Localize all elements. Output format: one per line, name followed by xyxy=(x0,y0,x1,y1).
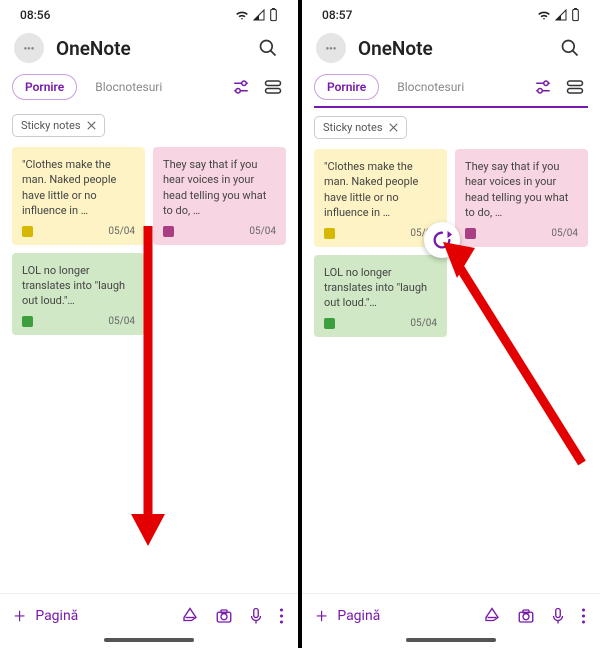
status-icons xyxy=(235,8,278,22)
app-title: OneNote xyxy=(358,37,542,60)
sticky-note[interactable]: "Clothes make the man. Naked people have… xyxy=(12,147,145,245)
content-area: Sticky notes "Clothes make the man. Nake… xyxy=(0,106,298,593)
tabs-row: Pornire Blocnotesuri xyxy=(302,72,600,106)
camera-icon[interactable] xyxy=(517,607,535,625)
add-page-button[interactable]: + xyxy=(316,604,327,628)
note-type-icon xyxy=(324,318,335,329)
add-page-button[interactable]: + xyxy=(14,604,25,628)
tab-blocnotesuri[interactable]: Blocnotesuri xyxy=(83,75,174,99)
close-icon[interactable] xyxy=(389,123,398,132)
wifi-icon xyxy=(537,9,551,21)
chip-label: Sticky notes xyxy=(21,119,81,132)
tab-pornire[interactable]: Pornire xyxy=(314,74,379,100)
filter-icon[interactable] xyxy=(232,79,250,95)
note-type-icon xyxy=(324,228,335,239)
right-pane: 08:57 ●●● OneNote Pornire Blocnotesuri xyxy=(302,0,600,648)
app-header: ●●● OneNote xyxy=(302,28,600,72)
status-icons xyxy=(537,8,580,22)
tab-blocnotesuri[interactable]: Blocnotesuri xyxy=(385,75,476,99)
app-title: OneNote xyxy=(56,37,240,60)
signal-icon xyxy=(555,9,567,21)
tab-pornire[interactable]: Pornire xyxy=(12,74,77,100)
more-icon[interactable] xyxy=(279,607,284,625)
view-icon[interactable] xyxy=(566,79,584,95)
note-type-icon xyxy=(22,316,33,327)
add-page-label[interactable]: Pagină xyxy=(337,608,473,624)
status-bar: 08:57 xyxy=(302,0,600,28)
avatar[interactable]: ●●● xyxy=(316,33,346,63)
tabs-row: Pornire Blocnotesuri xyxy=(0,72,298,106)
note-date: 05/04 xyxy=(249,225,276,239)
sticky-note[interactable]: They say that if you hear voices in your… xyxy=(153,147,286,245)
wifi-icon xyxy=(235,9,249,21)
bottom-bar: + Pagină xyxy=(302,593,600,638)
sticky-note[interactable]: They say that if you hear voices in your… xyxy=(455,149,588,247)
chip-label: Sticky notes xyxy=(323,121,383,134)
search-button[interactable] xyxy=(252,32,284,64)
content-area: Sticky notes "Clothes make the man. Nake… xyxy=(302,108,600,593)
note-date: 05/04 xyxy=(410,317,437,331)
filter-chip-sticky-notes[interactable]: Sticky notes xyxy=(314,116,407,139)
search-icon xyxy=(560,38,580,58)
pen-icon[interactable] xyxy=(483,607,501,625)
mic-icon[interactable] xyxy=(551,607,565,625)
note-type-icon xyxy=(22,226,33,237)
sticky-note[interactable]: LOL no longer translates into "laugh out… xyxy=(314,255,447,337)
more-icon[interactable] xyxy=(581,607,586,625)
nav-handle[interactable] xyxy=(104,638,194,642)
close-icon[interactable] xyxy=(87,121,96,130)
sticky-note[interactable]: LOL no longer translates into "laugh out… xyxy=(12,253,145,335)
filter-icon[interactable] xyxy=(534,79,552,95)
avatar[interactable]: ●●● xyxy=(14,33,44,63)
mic-icon[interactable] xyxy=(249,607,263,625)
battery-icon xyxy=(571,8,580,22)
annotation-arrow-down xyxy=(128,226,168,546)
battery-icon xyxy=(269,8,278,22)
camera-icon[interactable] xyxy=(215,607,233,625)
search-icon xyxy=(258,38,278,58)
note-text: LOL no longer translates into "laugh out… xyxy=(22,263,135,309)
view-icon[interactable] xyxy=(264,79,282,95)
annotation-arrow-diag xyxy=(437,238,587,468)
note-text: "Clothes make the man. Naked people have… xyxy=(22,157,135,219)
filter-chip-sticky-notes[interactable]: Sticky notes xyxy=(12,114,105,137)
left-pane: 08:56 ●●● OneNote Pornire Blocnotesuri xyxy=(0,0,298,648)
status-bar: 08:56 xyxy=(0,0,298,28)
note-text: They say that if you hear voices in your… xyxy=(465,159,578,221)
pen-icon[interactable] xyxy=(181,607,199,625)
status-time: 08:56 xyxy=(20,8,50,22)
signal-icon xyxy=(253,9,265,21)
search-button[interactable] xyxy=(554,32,586,64)
note-text: "Clothes make the man. Naked people have… xyxy=(324,159,437,221)
status-time: 08:57 xyxy=(322,8,352,22)
add-page-label[interactable]: Pagină xyxy=(35,608,171,624)
app-header: ●●● OneNote xyxy=(0,28,298,72)
note-text: LOL no longer translates into "laugh out… xyxy=(324,265,437,311)
note-text: They say that if you hear voices in your… xyxy=(163,157,276,219)
nav-handle[interactable] xyxy=(406,638,496,642)
bottom-bar: + Pagină xyxy=(0,593,298,638)
